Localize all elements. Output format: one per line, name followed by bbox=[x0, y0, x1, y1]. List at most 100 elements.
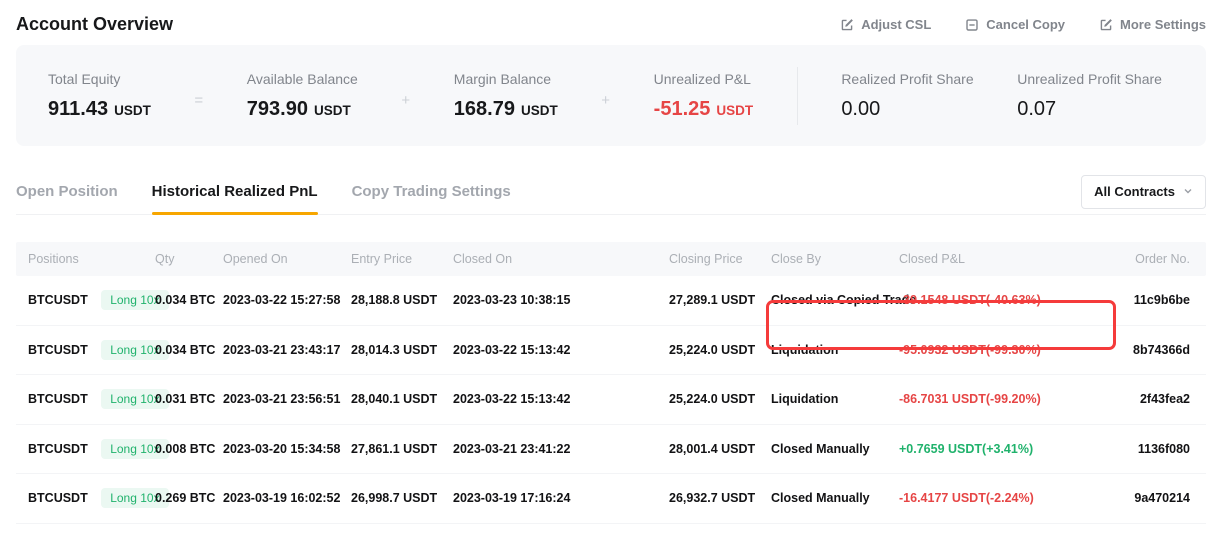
stat-label: Margin Balance bbox=[454, 71, 558, 87]
symbol: BTCUSDT bbox=[28, 293, 88, 307]
adjust-csl-button[interactable]: Adjust CSL bbox=[840, 17, 931, 32]
realized-profit-share-value: 0.00 bbox=[841, 98, 973, 121]
col-positions: Positions bbox=[28, 252, 155, 266]
total-equity-value: 911.43 bbox=[48, 98, 108, 121]
col-closed-pnl: Closed P&L bbox=[899, 252, 1100, 266]
edit-icon bbox=[840, 18, 854, 32]
plus-operator: + bbox=[401, 92, 410, 109]
historical-pnl-table: Positions Qty Opened On Entry Price Clos… bbox=[16, 242, 1206, 524]
symbol: BTCUSDT bbox=[28, 392, 88, 406]
adjust-csl-label: Adjust CSL bbox=[861, 17, 931, 32]
cancel-copy-button[interactable]: Cancel Copy bbox=[965, 17, 1065, 32]
positions-cell: BTCUSDT Long 10x bbox=[28, 488, 155, 508]
symbol: BTCUSDT bbox=[28, 343, 88, 357]
close-by-cell: Liquidation bbox=[771, 392, 899, 406]
tab-historical-realized-pnl[interactable]: Historical Realized PnL bbox=[152, 169, 318, 214]
cancel-copy-label: Cancel Copy bbox=[986, 17, 1065, 32]
all-contracts-dropdown[interactable]: All Contracts bbox=[1081, 175, 1206, 209]
table-row[interactable]: BTCUSDT Long 10x 0.034 BTC 2023-03-22 15… bbox=[16, 276, 1206, 326]
stat-value: -51.25 USDT bbox=[654, 98, 753, 121]
total-equity-unit: USDT bbox=[114, 103, 151, 118]
order-no-cell: 9a470214 bbox=[1100, 491, 1190, 505]
opened-on-cell: 2023-03-21 23:56:51 bbox=[223, 392, 351, 406]
stat-value: 793.90 USDT bbox=[247, 98, 358, 121]
unrealized-profit-share-value: 0.07 bbox=[1017, 98, 1162, 121]
stat-label: Realized Profit Share bbox=[841, 71, 973, 87]
plus-operator: + bbox=[601, 92, 610, 109]
table-row[interactable]: BTCUSDT Long 10x 0.034 BTC 2023-03-21 23… bbox=[16, 326, 1206, 376]
tabs-row: Open Position Historical Realized PnL Co… bbox=[16, 169, 1206, 215]
stat-value: 168.79 USDT bbox=[454, 98, 558, 121]
margin-balance-value: 168.79 bbox=[454, 98, 515, 121]
positions-cell: BTCUSDT Long 10x bbox=[28, 340, 155, 360]
entry-price-cell: 27,861.1 USDT bbox=[351, 442, 453, 456]
more-settings-label: More Settings bbox=[1120, 17, 1206, 32]
closing-price-cell: 28,001.4 USDT bbox=[669, 442, 771, 456]
order-no-cell: 8b74366d bbox=[1100, 343, 1190, 357]
col-closing-price: Closing Price bbox=[669, 252, 771, 266]
tab-open-position[interactable]: Open Position bbox=[16, 169, 118, 214]
closing-price-cell: 25,224.0 USDT bbox=[669, 392, 771, 406]
closed-pnl-cell: -39.1548 USDT(-40.63%) bbox=[899, 293, 1100, 307]
col-opened-on: Opened On bbox=[223, 252, 351, 266]
more-settings-button[interactable]: More Settings bbox=[1099, 17, 1206, 32]
closing-price-cell: 25,224.0 USDT bbox=[669, 343, 771, 357]
edit-icon bbox=[1099, 18, 1113, 32]
col-close-by: Close By bbox=[771, 252, 899, 266]
close-by-cell: Closed Manually bbox=[771, 491, 899, 505]
closed-on-cell: 2023-03-22 15:13:42 bbox=[453, 343, 669, 357]
symbol: BTCUSDT bbox=[28, 442, 88, 456]
stat-margin-balance: Margin Balance 168.79 USDT bbox=[454, 71, 558, 121]
tabs: Open Position Historical Realized PnL Co… bbox=[16, 169, 511, 214]
positions-cell: BTCUSDT Long 10x bbox=[28, 389, 155, 409]
opened-on-cell: 2023-03-19 16:02:52 bbox=[223, 491, 351, 505]
unrealized-pnl-unit: USDT bbox=[716, 103, 753, 118]
qty-cell: 0.034 BTC bbox=[155, 343, 223, 357]
order-no-cell: 1136f080 bbox=[1100, 442, 1190, 456]
tab-copy-trading-settings[interactable]: Copy Trading Settings bbox=[352, 169, 511, 214]
closing-price-cell: 26,932.7 USDT bbox=[669, 491, 771, 505]
page-title: Account Overview bbox=[16, 14, 173, 35]
order-no-cell: 11c9b6be bbox=[1100, 293, 1190, 307]
stat-label: Unrealized Profit Share bbox=[1017, 71, 1162, 87]
closed-pnl-cell: -86.7031 USDT(-99.20%) bbox=[899, 392, 1100, 406]
qty-cell: 0.269 BTC bbox=[155, 491, 223, 505]
positions-cell: BTCUSDT Long 10x bbox=[28, 439, 155, 459]
col-qty: Qty bbox=[155, 252, 223, 266]
stat-unrealized-profit-share: Unrealized Profit Share 0.07 bbox=[1017, 71, 1162, 121]
table-row[interactable]: BTCUSDT Long 10x 0.008 BTC 2023-03-20 15… bbox=[16, 425, 1206, 475]
table-row[interactable]: BTCUSDT Long 10x 0.031 BTC 2023-03-21 23… bbox=[16, 375, 1206, 425]
table-header-row: Positions Qty Opened On Entry Price Clos… bbox=[16, 242, 1206, 276]
margin-balance-unit: USDT bbox=[521, 103, 558, 118]
chevron-down-icon bbox=[1183, 184, 1193, 199]
stat-unrealized-pnl: Unrealized P&L -51.25 USDT bbox=[654, 71, 753, 121]
col-closed-on: Closed On bbox=[453, 252, 669, 266]
stat-label: Unrealized P&L bbox=[654, 71, 753, 87]
col-order-no: Order No. bbox=[1100, 252, 1190, 266]
equals-operator: = bbox=[194, 92, 203, 109]
stat-value: 911.43 USDT bbox=[48, 98, 151, 121]
account-overview-page: Account Overview Adjust CSL Cancel Copy … bbox=[0, 0, 1222, 538]
available-balance-value: 793.90 bbox=[247, 98, 308, 121]
stat-label: Available Balance bbox=[247, 71, 358, 87]
stat-realized-profit-share: Realized Profit Share 0.00 bbox=[841, 71, 973, 121]
closed-on-cell: 2023-03-21 23:41:22 bbox=[453, 442, 669, 456]
qty-cell: 0.034 BTC bbox=[155, 293, 223, 307]
closed-pnl-cell: -16.4177 USDT(-2.24%) bbox=[899, 491, 1100, 505]
opened-on-cell: 2023-03-20 15:34:58 bbox=[223, 442, 351, 456]
opened-on-cell: 2023-03-21 23:43:17 bbox=[223, 343, 351, 357]
table-row[interactable]: BTCUSDT Long 10x 0.269 BTC 2023-03-19 16… bbox=[16, 474, 1206, 524]
unrealized-pnl-value: -51.25 bbox=[654, 98, 711, 121]
header-actions: Adjust CSL Cancel Copy More Settings bbox=[840, 17, 1206, 32]
minus-square-icon bbox=[965, 18, 979, 32]
stat-available-balance: Available Balance 793.90 USDT bbox=[247, 71, 358, 121]
closing-price-cell: 27,289.1 USDT bbox=[669, 293, 771, 307]
vertical-divider bbox=[797, 67, 798, 125]
col-entry-price: Entry Price bbox=[351, 252, 453, 266]
entry-price-cell: 26,998.7 USDT bbox=[351, 491, 453, 505]
order-no-cell: 2f43fea2 bbox=[1100, 392, 1190, 406]
available-balance-unit: USDT bbox=[314, 103, 351, 118]
all-contracts-label: All Contracts bbox=[1094, 184, 1175, 199]
closed-pnl-cell: -95.0932 USDT(-99.30%) bbox=[899, 343, 1100, 357]
entry-price-cell: 28,014.3 USDT bbox=[351, 343, 453, 357]
